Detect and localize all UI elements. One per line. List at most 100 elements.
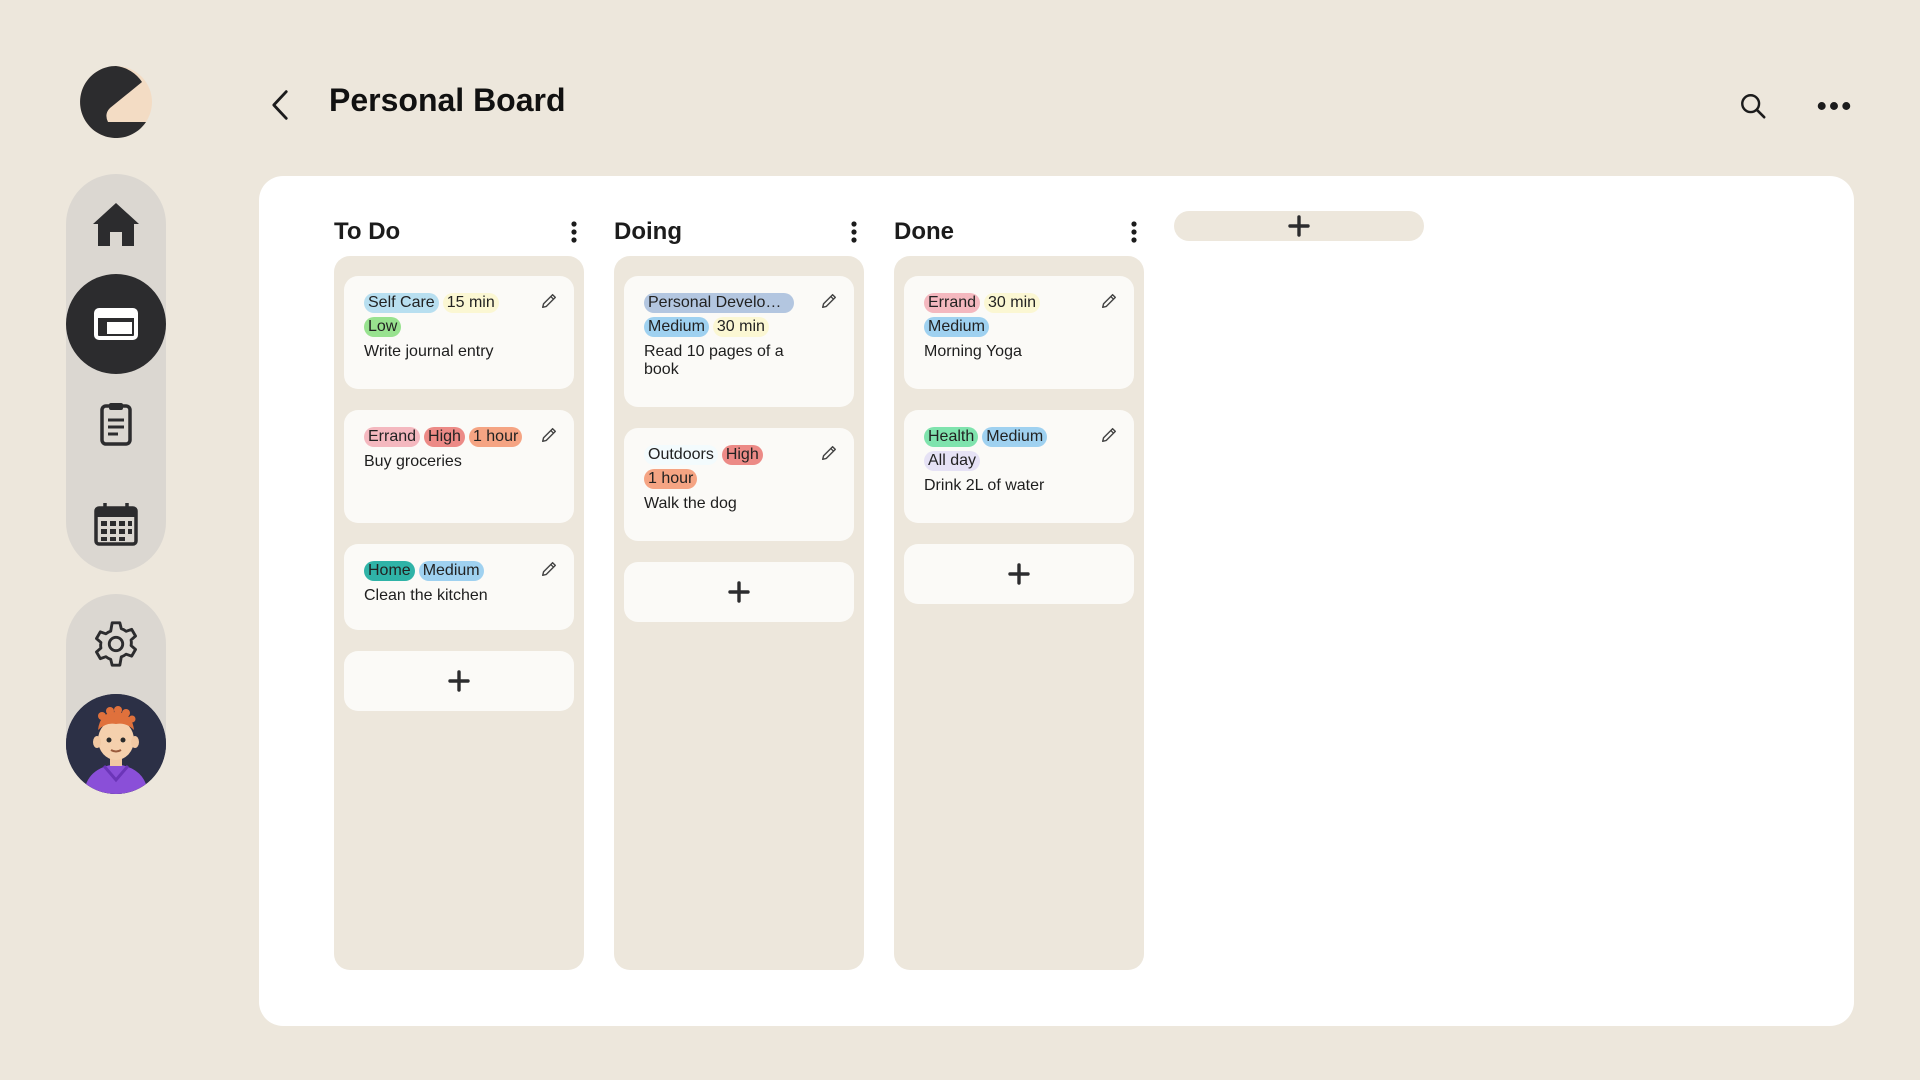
tag-category: Outdoors	[644, 445, 718, 465]
app-logo	[80, 66, 152, 138]
tag-priority: Medium	[418, 561, 484, 581]
board-panel: To Do Self Care 15 min Low Write journal…	[259, 176, 1854, 1026]
column-header: Doing	[614, 212, 864, 252]
gear-icon	[95, 621, 137, 667]
card-title: Drink 2L of water	[924, 477, 1045, 494]
column-title: To Do	[334, 218, 401, 245]
column-header: Done	[894, 212, 1144, 252]
column-body: Personal Development Medium 30 min Read …	[614, 256, 864, 970]
pencil-icon	[821, 293, 837, 309]
tag-priority: Medium	[982, 427, 1048, 447]
card-title: Walk the dog	[644, 495, 737, 512]
tag-category: Errand	[364, 427, 421, 447]
edit-card-button[interactable]	[538, 558, 560, 580]
back-button[interactable]	[262, 84, 298, 126]
edit-card-button[interactable]	[538, 424, 560, 446]
board-icon	[94, 308, 138, 340]
edit-card-button[interactable]	[1098, 290, 1120, 312]
more-vertical-icon	[851, 221, 857, 243]
card-tags: Self Care 15 min Low	[364, 293, 536, 337]
task-card[interactable]: Health Medium All day Drink 2L of water	[904, 410, 1134, 523]
task-card[interactable]: Personal Development Medium 30 min Read …	[624, 276, 854, 407]
column-menu-button[interactable]	[844, 214, 864, 250]
more-horizontal-icon	[1817, 102, 1851, 110]
card-title: Read 10 pages of a book	[644, 343, 784, 378]
column-menu-button[interactable]	[564, 214, 584, 250]
column-body: Self Care 15 min Low Write journal entry…	[334, 256, 584, 970]
settings-button[interactable]	[66, 594, 166, 694]
tag-duration: 1 hour	[644, 469, 698, 489]
card-tags: Health Medium All day	[924, 427, 1096, 471]
tag-priority: Medium	[924, 317, 989, 337]
column-title: Doing	[614, 218, 682, 245]
plus-icon	[448, 670, 470, 692]
pencil-icon	[1101, 427, 1117, 443]
card-tags: Outdoors High 1 hour	[644, 445, 816, 489]
sidebar-item-home[interactable]	[66, 174, 166, 274]
search-icon	[1741, 94, 1766, 119]
page-title: Personal Board	[329, 82, 566, 118]
card-title: Buy groceries	[364, 453, 462, 470]
edit-card-button[interactable]	[818, 290, 840, 312]
home-icon	[93, 203, 139, 246]
card-tags: Personal Development Medium 30 min	[644, 293, 816, 337]
tag-category: Home	[364, 561, 415, 581]
card-tags: Errand High 1 hour	[364, 427, 536, 447]
column-menu-button[interactable]	[1124, 214, 1144, 250]
notes-icon	[100, 403, 132, 446]
tag-category: Health	[924, 427, 979, 447]
more-options-button[interactable]	[1814, 86, 1854, 126]
sidebar-item-board[interactable]	[66, 274, 166, 374]
calendar-icon	[94, 503, 138, 546]
avatar-icon	[66, 694, 166, 794]
sidebar-settings-group	[66, 594, 166, 794]
tag-duration: All day	[924, 451, 981, 471]
task-card[interactable]: Errand High 1 hour Buy groceries	[344, 410, 574, 523]
column-header: To Do	[334, 212, 584, 252]
more-vertical-icon	[571, 221, 577, 243]
task-card[interactable]: Self Care 15 min Low Write journal entry	[344, 276, 574, 389]
edit-card-button[interactable]	[818, 442, 840, 464]
add-column-button[interactable]	[1174, 211, 1424, 241]
column-title: Done	[894, 218, 954, 245]
plus-icon	[1008, 563, 1030, 585]
tag-priority: Low	[364, 317, 402, 337]
add-card-button[interactable]	[624, 562, 854, 622]
more-vertical-icon	[1131, 221, 1137, 243]
edit-card-button[interactable]	[1098, 424, 1120, 446]
avatar[interactable]	[66, 694, 166, 794]
sidebar-item-calendar[interactable]	[66, 474, 166, 574]
tag-duration: 30 min	[712, 317, 769, 337]
tag-priority: Medium	[644, 317, 709, 337]
tag-duration: 15 min	[442, 293, 499, 313]
pencil-icon	[1101, 293, 1117, 309]
tag-category: Errand	[924, 293, 981, 313]
pencil-icon	[541, 293, 557, 309]
plus-icon	[1288, 215, 1310, 237]
card-tags: Home Medium	[364, 561, 536, 581]
tag-category: Personal Development	[644, 293, 794, 313]
card-tags: Errand 30 min Medium	[924, 293, 1096, 337]
sidebar-item-notes[interactable]	[66, 374, 166, 474]
tag-duration: 1 hour	[468, 427, 523, 447]
task-card[interactable]: Outdoors High 1 hour Walk the dog	[624, 428, 854, 541]
plus-icon	[728, 581, 750, 603]
task-card[interactable]: Errand 30 min Medium Morning Yoga	[904, 276, 1134, 389]
tag-priority: High	[721, 445, 763, 465]
pencil-icon	[541, 427, 557, 443]
tag-duration: 30 min	[984, 293, 1041, 313]
pencil-icon	[821, 445, 837, 461]
chevron-left-icon	[272, 90, 288, 120]
add-card-button[interactable]	[344, 651, 574, 711]
add-card-button[interactable]	[904, 544, 1134, 604]
tag-priority: High	[424, 427, 465, 447]
card-title: Morning Yoga	[924, 343, 1022, 360]
app-root: Personal Board To Do Self Care 15 min Lo…	[0, 0, 1920, 1080]
task-card[interactable]: Home Medium Clean the kitchen	[344, 544, 574, 630]
card-title: Write journal entry	[364, 343, 494, 360]
search-button[interactable]	[1733, 86, 1773, 126]
edit-card-button[interactable]	[538, 290, 560, 312]
card-title: Clean the kitchen	[364, 587, 488, 604]
tag-category: Self Care	[364, 293, 439, 313]
column-body: Errand 30 min Medium Morning Yoga Health…	[894, 256, 1144, 970]
